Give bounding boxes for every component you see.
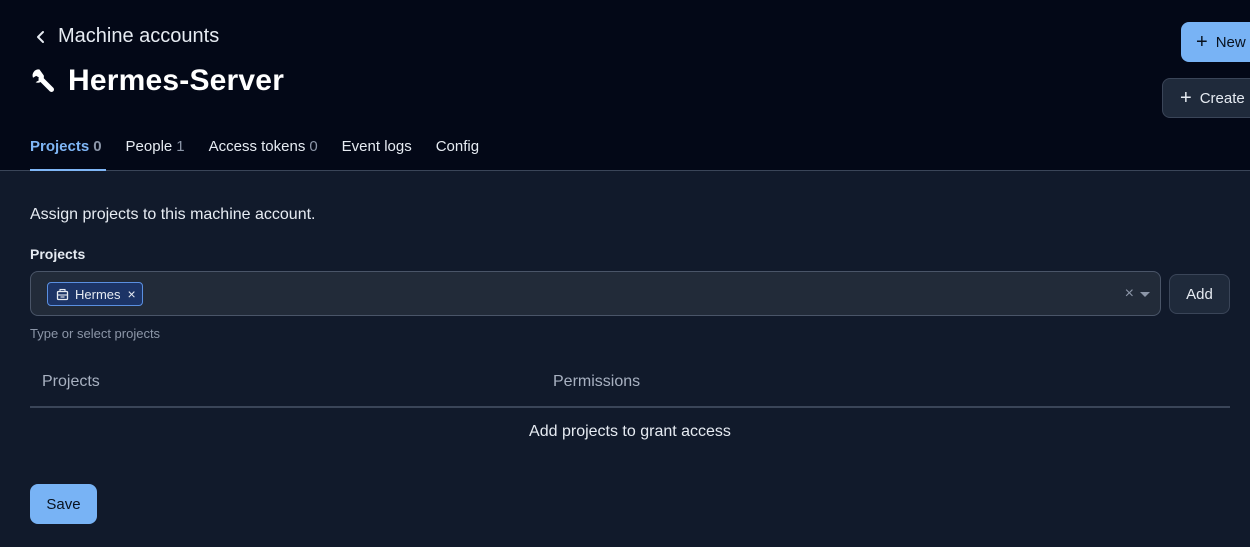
chip-label: Hermes (75, 286, 121, 302)
save-button[interactable]: Save (30, 484, 97, 524)
new-button-label: New (1215, 33, 1246, 51)
column-header-projects: Projects (42, 373, 100, 390)
select-hint: Type or select projects (30, 326, 161, 341)
column-header-permissions: Permissions (553, 373, 641, 390)
tab-projects[interactable]: Projects 0 (30, 138, 106, 171)
remove-chip-icon[interactable]: × (128, 286, 136, 302)
title-row: Hermes-Server (30, 64, 284, 98)
section-description: Assign projects to this machine account. (30, 206, 316, 223)
empty-state-message: Add projects to grant access (529, 423, 731, 440)
projects-field-label: Projects (30, 246, 86, 262)
clear-selection-icon[interactable]: × (1125, 285, 1134, 303)
tab-label: People (125, 138, 173, 155)
projects-select[interactable]: Hermes × × (30, 271, 1161, 316)
new-button[interactable]: + New (1181, 22, 1250, 62)
table-divider (30, 406, 1230, 408)
selected-project-chip: Hermes × (47, 282, 143, 306)
plus-icon: + (1196, 31, 1208, 53)
create-button-label: Create (1199, 89, 1245, 107)
wrench-icon (30, 66, 58, 96)
plus-icon: + (1180, 87, 1192, 109)
tab-label: Projects (30, 138, 90, 155)
back-link[interactable]: Machine accounts (30, 25, 219, 48)
tab-count: 0 (309, 138, 318, 155)
tab-label: Event logs (341, 138, 412, 155)
tab-count: 0 (93, 138, 102, 155)
tab-access-tokens[interactable]: Access tokens 0 (209, 138, 318, 171)
page-header: Machine accounts Hermes-Server + New + C… (0, 0, 1250, 171)
project-icon (56, 287, 70, 301)
create-button[interactable]: + Create (1162, 78, 1250, 118)
chevron-left-icon (30, 26, 52, 48)
tab-label: Access tokens (208, 138, 306, 155)
tab-people[interactable]: People 1 (126, 138, 185, 171)
tab-config[interactable]: Config (436, 138, 479, 171)
back-link-label: Machine accounts (58, 25, 220, 47)
add-button[interactable]: Add (1169, 274, 1230, 314)
tab-event-logs[interactable]: Event logs (342, 138, 412, 171)
page-title: Hermes-Server (68, 64, 285, 97)
tab-bar: Projects 0 People 1 Access tokens 0 Event l… (30, 138, 503, 171)
tab-count: 1 (176, 138, 185, 155)
dropdown-caret-icon[interactable] (1140, 292, 1150, 297)
tab-label: Config (435, 138, 480, 155)
